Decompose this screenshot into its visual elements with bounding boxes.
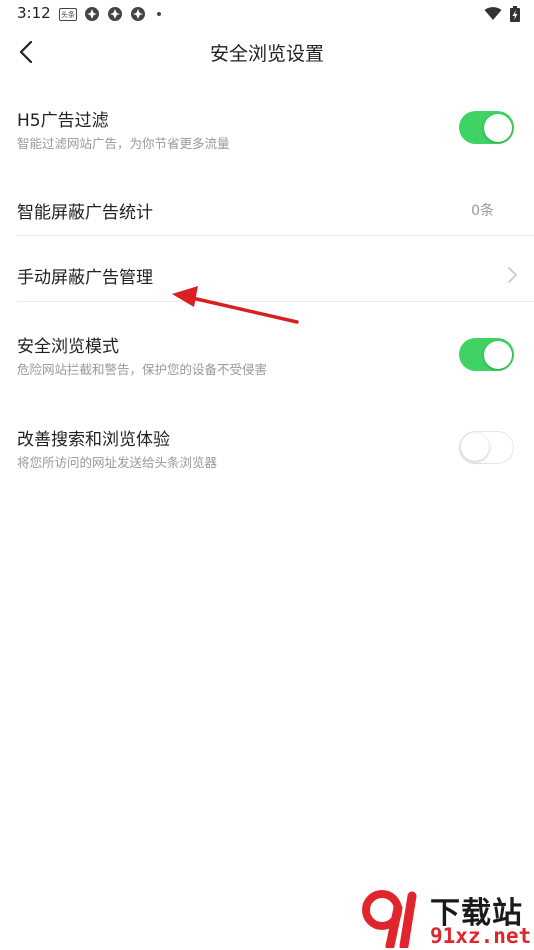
setting-subtitle: 危险网站拦截和警告，保护您的设备不受侵害 (17, 362, 268, 377)
status-system-icons (484, 6, 520, 22)
status-time: 3:12 (17, 4, 51, 22)
watermark-logo-icon (362, 890, 417, 948)
setting-h5-ad-filter: H5广告过滤 智能过滤网站广告，为你节省更多流量 (17, 96, 534, 168)
setting-title: 手动屏蔽广告管理 (17, 268, 153, 288)
setting-improve-experience: 改善搜索和浏览体验 将您所访问的网址发送给头条浏览器 (17, 415, 534, 487)
app-notification-icon (131, 7, 145, 21)
toggle-knob (483, 113, 512, 142)
top-app-bar: 安全浏览设置 (0, 28, 534, 76)
setting-subtitle: 将您所访问的网址发送给头条浏览器 (17, 455, 218, 470)
more-notifications-dot-icon (157, 12, 161, 16)
setting-subtitle: 智能过滤网站广告，为你节省更多流量 (17, 136, 230, 151)
setting-title: 安全浏览模式 (17, 337, 119, 357)
status-bar: 3:12 头条 (0, 0, 534, 28)
battery-charging-icon (510, 6, 520, 22)
status-notification-icons: 头条 (59, 6, 161, 22)
h5-ad-filter-toggle[interactable] (459, 111, 514, 144)
setting-title: 改善搜索和浏览体验 (17, 430, 170, 450)
app-notification-icon (108, 7, 122, 21)
watermark-domain: 91xz.net (430, 924, 532, 948)
news-app-icon: 头条 (59, 7, 77, 21)
setting-safe-browsing-mode: 安全浏览模式 危险网站拦截和警告，保护您的设备不受侵害 (17, 322, 534, 394)
setting-smart-block-stats[interactable]: 智能屏蔽广告统计 0条 (17, 178, 534, 234)
page-title: 安全浏览设置 (209, 43, 324, 65)
setting-title: 智能屏蔽广告统计 (17, 203, 153, 223)
wifi-icon (484, 7, 502, 21)
row-divider (17, 301, 534, 302)
toggle-knob (483, 340, 512, 369)
site-watermark: 下载站 91xz.net (360, 888, 534, 950)
safe-browsing-toggle[interactable] (459, 338, 514, 371)
setting-title: H5广告过滤 (17, 111, 109, 131)
setting-manual-block-manage[interactable]: 手动屏蔽广告管理 (17, 236, 534, 300)
improve-experience-toggle[interactable] (459, 431, 514, 464)
toggle-knob (461, 433, 489, 461)
app-notification-icon (85, 7, 99, 21)
blocked-ads-count: 0条 (471, 203, 494, 219)
chevron-right-icon (508, 267, 517, 283)
